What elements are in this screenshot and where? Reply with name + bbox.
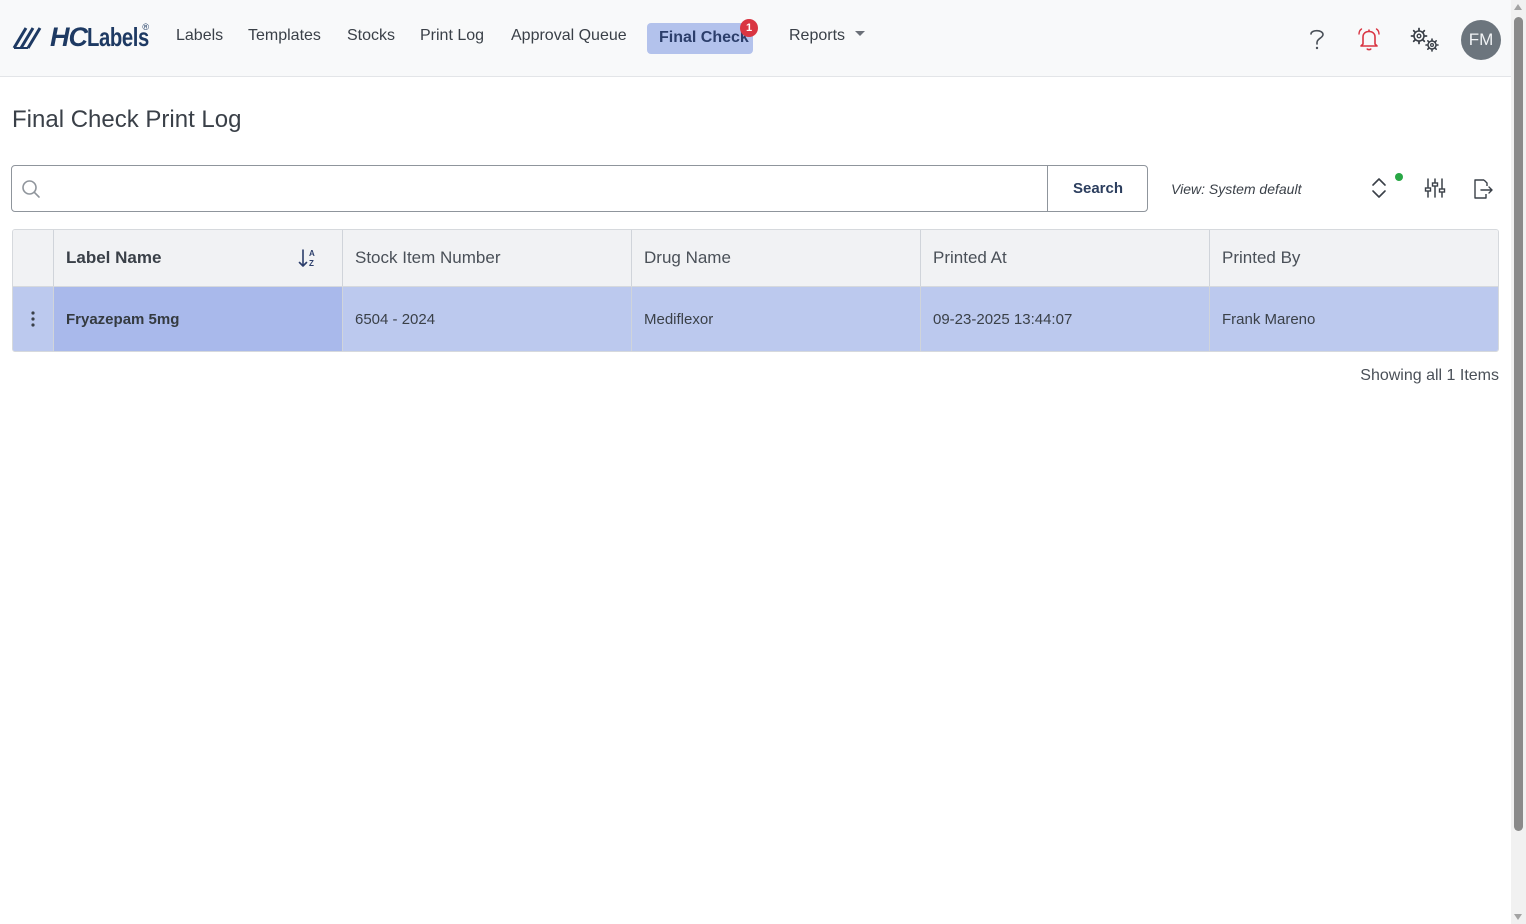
cell-stock-item-number: 6504 - 2024 — [343, 287, 632, 351]
page-title: Final Check Print Log — [12, 106, 242, 133]
search-icon — [22, 180, 40, 198]
user-avatar[interactable]: FM — [1461, 20, 1501, 60]
nav-final-check[interactable]: Final Check — [647, 23, 753, 54]
nav-templates[interactable]: Templates — [248, 27, 321, 45]
header-drug-name[interactable]: Drug Name — [632, 230, 921, 286]
items-count: Showing all 1 Items — [1360, 367, 1499, 384]
final-check-badge: 1 — [740, 19, 758, 37]
scroll-up-arrow-icon[interactable] — [1514, 4, 1522, 10]
header-actions-cell — [13, 230, 54, 286]
header-label-name-text: Label Name — [66, 248, 162, 267]
nav-print-log[interactable]: Print Log — [420, 27, 484, 45]
header-label-name[interactable]: Label Name A Z — [54, 230, 343, 286]
top-navbar: HC Labels ® Labels Templates Stocks Print… — [0, 0, 1511, 77]
search-input[interactable] — [48, 167, 1048, 210]
logo-mark-icon — [12, 27, 42, 49]
sort-az-icon[interactable]: A Z — [298, 248, 318, 268]
row-actions-cell — [13, 287, 54, 351]
nav-reports-label: Reports — [789, 27, 846, 44]
bell-icon[interactable] — [1355, 25, 1383, 53]
svg-text:A: A — [309, 249, 315, 258]
print-log-table: Label Name A Z Stock Item Number Drug Na… — [12, 229, 1499, 352]
logo-suffix: Labels — [87, 21, 149, 52]
nav-labels[interactable]: Labels — [176, 27, 223, 45]
export-icon[interactable] — [1472, 178, 1494, 200]
kebab-menu-icon[interactable] — [30, 310, 36, 328]
settings-icon[interactable] — [1409, 26, 1441, 54]
view-selector[interactable]: View: System default — [1171, 181, 1301, 197]
vertical-scrollbar[interactable] — [1511, 0, 1526, 924]
header-printed-by[interactable]: Printed By — [1210, 230, 1498, 286]
nav-reports-dropdown[interactable]: Reports — [789, 27, 866, 45]
search-box — [11, 165, 1148, 212]
status-dot — [1395, 173, 1403, 181]
logo-registered-mark: ® — [142, 22, 150, 32]
svg-text:Z: Z — [309, 259, 314, 268]
help-icon[interactable] — [1306, 26, 1328, 52]
table-row[interactable]: Fryazepam 5mg 6504 - 2024 Mediflexor 09-… — [13, 287, 1498, 351]
scrollbar-thumb[interactable] — [1514, 17, 1523, 831]
scroll-down-arrow-icon[interactable] — [1514, 914, 1522, 920]
cell-label-name[interactable]: Fryazepam 5mg — [54, 287, 343, 351]
filter-sliders-icon[interactable] — [1424, 177, 1446, 199]
cell-drug-name: Mediflexor — [632, 287, 921, 351]
cell-printed-at: 09-23-2025 13:44:07 — [921, 287, 1210, 351]
header-printed-at[interactable]: Printed At — [921, 230, 1210, 286]
chevron-down-icon — [855, 31, 866, 37]
nav-stocks[interactable]: Stocks — [347, 27, 395, 45]
app-logo[interactable]: HC Labels ® — [12, 20, 173, 54]
expand-collapse-icon[interactable] — [1369, 176, 1389, 200]
table-header: Label Name A Z Stock Item Number Drug Na… — [13, 230, 1498, 287]
nav-approval-queue[interactable]: Approval Queue — [511, 27, 627, 45]
cell-printed-by: Frank Mareno — [1222, 310, 1316, 328]
nav-final-check-label: Final Check — [659, 29, 749, 46]
logo-prefix: HC — [50, 21, 88, 52]
header-stock-item-number[interactable]: Stock Item Number — [343, 230, 632, 286]
search-button[interactable]: Search — [1047, 165, 1148, 212]
